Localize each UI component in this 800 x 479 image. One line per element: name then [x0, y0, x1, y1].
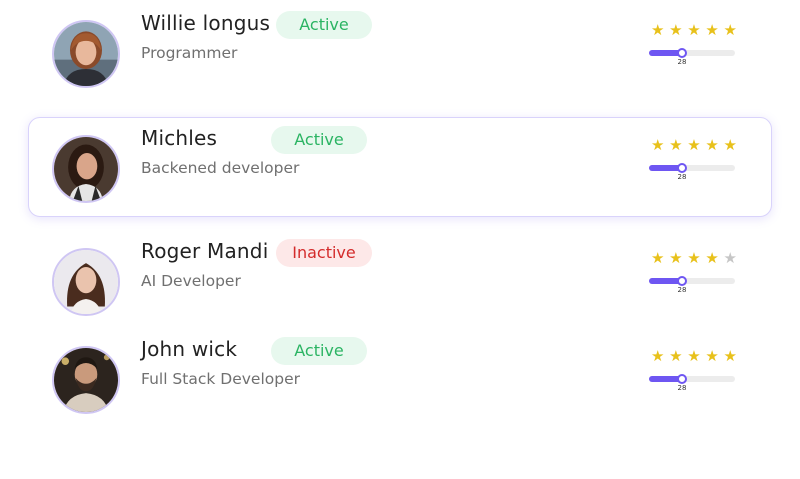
star-filled-icon[interactable]: ★: [651, 22, 664, 38]
slider-thumb[interactable]: [677, 163, 687, 173]
star-filled-icon[interactable]: ★: [724, 348, 737, 364]
star-rating[interactable]: ★ ★ ★ ★ ★: [651, 137, 737, 153]
star-rating[interactable]: ★ ★ ★ ★ ★: [651, 250, 737, 266]
member-role: AI Developer: [141, 272, 241, 290]
status-badge: Inactive: [276, 239, 372, 267]
star-filled-icon[interactable]: ★: [687, 22, 700, 38]
avatar: [52, 248, 120, 316]
star-filled-icon[interactable]: ★: [724, 22, 737, 38]
slider-value-label: 28: [677, 173, 687, 181]
star-rating[interactable]: ★ ★ ★ ★ ★: [651, 22, 737, 38]
status-badge: Active: [271, 337, 367, 365]
status-badge: Active: [276, 11, 372, 39]
status-badge: Active: [271, 126, 367, 154]
member-role: Backened developer: [141, 159, 300, 177]
member-row[interactable]: John wick Full Stack Developer Active ★ ★…: [28, 328, 772, 428]
star-filled-icon[interactable]: ★: [724, 137, 737, 153]
star-filled-icon[interactable]: ★: [651, 348, 664, 364]
star-filled-icon[interactable]: ★: [651, 250, 664, 266]
progress-slider[interactable]: [649, 163, 735, 173]
member-row[interactable]: Roger Mandi AI Developer Inactive ★ ★ ★ ★ ★ …: [28, 230, 772, 330]
star-filled-icon[interactable]: ★: [669, 22, 682, 38]
slider-value-label: 28: [677, 384, 687, 392]
member-row[interactable]: Michles Backened developer Active ★ ★ ★ ★ ★ …: [28, 117, 772, 217]
progress-slider[interactable]: [649, 48, 735, 58]
star-filled-icon[interactable]: ★: [669, 250, 682, 266]
progress-slider[interactable]: [649, 374, 735, 384]
bearded-man-avatar: [54, 348, 118, 412]
star-filled-icon[interactable]: ★: [651, 137, 664, 153]
slider-thumb[interactable]: [677, 374, 687, 384]
member-role: Programmer: [141, 44, 238, 62]
star-filled-icon[interactable]: ★: [687, 250, 700, 266]
progress-slider[interactable]: [649, 276, 735, 286]
star-filled-icon[interactable]: ★: [687, 137, 700, 153]
star-empty-icon[interactable]: ★: [724, 250, 737, 266]
slider-thumb[interactable]: [677, 48, 687, 58]
member-name: John wick: [141, 337, 238, 361]
slider-value-label: 28: [677, 286, 687, 294]
slider-value-label: 28: [677, 58, 687, 66]
star-filled-icon[interactable]: ★: [705, 137, 718, 153]
member-name: Willie longus: [141, 11, 271, 35]
team-member-list: Willie longus Programmer Active ★ ★ ★ ★ ★ 28…: [0, 0, 800, 479]
woman-dark-hair-avatar: [54, 137, 118, 201]
star-rating[interactable]: ★ ★ ★ ★ ★: [651, 348, 737, 364]
avatar: [52, 135, 120, 203]
star-filled-icon[interactable]: ★: [705, 348, 718, 364]
avatar: [52, 346, 120, 414]
slider-thumb[interactable]: [677, 276, 687, 286]
member-name: Michles: [141, 126, 218, 150]
member-role: Full Stack Developer: [141, 370, 300, 388]
star-filled-icon[interactable]: ★: [705, 22, 718, 38]
star-filled-icon[interactable]: ★: [705, 250, 718, 266]
star-filled-icon[interactable]: ★: [669, 137, 682, 153]
star-filled-icon[interactable]: ★: [687, 348, 700, 364]
member-row[interactable]: Willie longus Programmer Active ★ ★ ★ ★ ★ 28: [28, 2, 772, 102]
avatar: [52, 20, 120, 88]
star-filled-icon[interactable]: ★: [669, 348, 682, 364]
woman-long-hair-avatar: [54, 250, 118, 314]
member-name: Roger Mandi: [141, 239, 269, 263]
woman-short-hair-avatar: [54, 22, 118, 86]
